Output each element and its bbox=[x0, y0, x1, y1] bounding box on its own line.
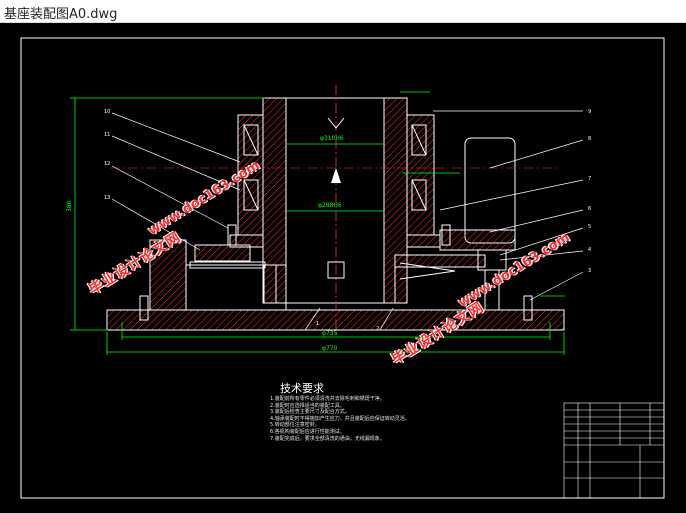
note-item: 1.装配前所有零件必须清洗并去除毛刺和锈斑干净。 bbox=[270, 396, 385, 402]
part-number-label: 11 bbox=[104, 132, 110, 138]
part-number-label: 1 bbox=[316, 321, 319, 327]
bearing-housing-right bbox=[406, 114, 435, 236]
motor-mount bbox=[439, 229, 516, 251]
part-number-label: 3 bbox=[588, 268, 591, 274]
part-number-label: 6 bbox=[588, 206, 591, 212]
part-number-label: 10 bbox=[104, 109, 110, 115]
part-number-label: 9 bbox=[588, 109, 591, 115]
center-sleeve-left bbox=[262, 97, 287, 304]
window-title: 基座装配图A0.dwg bbox=[4, 7, 118, 22]
note-item: 7.装配完成后，要求全部清洗的通油，无线漏现象。 bbox=[270, 435, 385, 442]
title-block bbox=[563, 402, 665, 499]
note-item: 6.各机构装配后应进行性能测试。 bbox=[270, 428, 345, 435]
part-number-label: 5 bbox=[588, 224, 591, 230]
note-item: 3.装配后检查主要尺寸及配合方式。 bbox=[270, 409, 350, 416]
part-number-label: 2 bbox=[376, 326, 379, 332]
part-number-label: 13 bbox=[104, 195, 110, 201]
cad-drawing-canvas[interactable]: φ310H6 φ288H6 φ735 φ770 380 10 11 12 13 … bbox=[0, 23, 686, 513]
dim-d310: φ310H6 bbox=[320, 135, 344, 142]
dim-d735: φ735 bbox=[322, 330, 338, 337]
part-number-label: 4 bbox=[588, 247, 591, 253]
part-number-label: 12 bbox=[104, 161, 110, 167]
part-number-label: 8 bbox=[588, 136, 591, 142]
motor-body bbox=[464, 137, 516, 244]
part-number-label: 7 bbox=[588, 176, 591, 182]
notes-title: 技术要求 bbox=[280, 382, 324, 395]
window-title-bar: 基座装配图A0.dwg bbox=[0, 0, 686, 23]
lower-ring-right bbox=[394, 254, 486, 268]
dim-380: 380 bbox=[66, 200, 73, 212]
base-plate bbox=[106, 309, 565, 331]
dim-d288: φ288H6 bbox=[318, 202, 342, 209]
note-item: 5.转动部位注意密封， bbox=[270, 422, 320, 429]
notes-list: 1.装配前所有零件必须清洗并去除毛刺和锈斑干净。 2.装配时应选择适当的装配工具… bbox=[270, 396, 410, 442]
dim-d770: φ770 bbox=[322, 345, 338, 352]
